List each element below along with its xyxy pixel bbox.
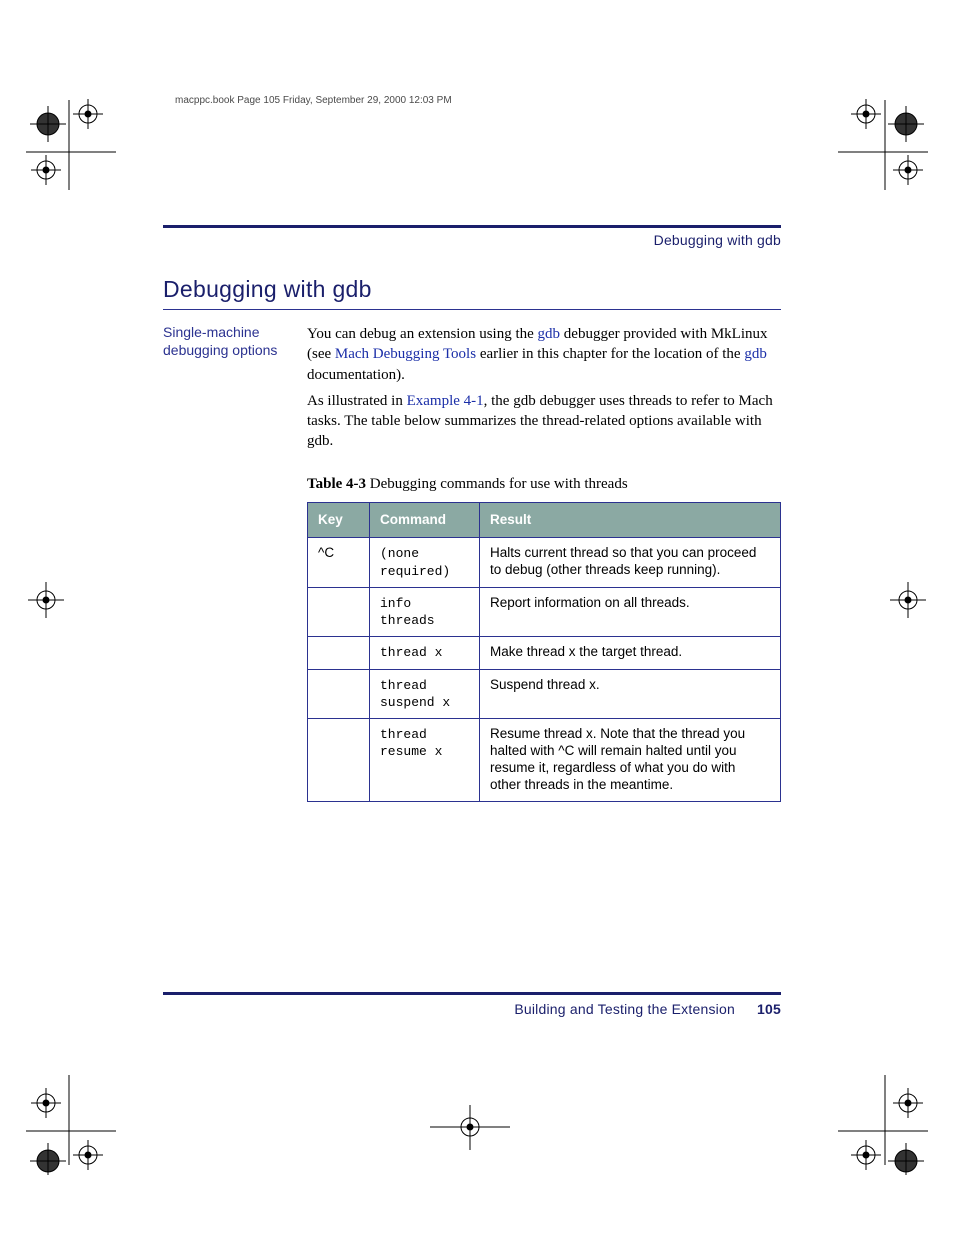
cell-result: Resume thread x. Note that the thread yo… [480,719,781,802]
registration-mark-icon [430,1105,510,1155]
table-header-row: Key Command Result [308,502,781,538]
registration-mark-icon [868,580,928,640]
table-row: threadresume xResume thread x. Note that… [308,719,781,802]
cell-command: threadresume x [370,719,480,802]
cell-key [308,587,370,637]
cell-command: threadsuspend x [370,669,480,719]
debug-commands-table: Key Command Result ^C(nonerequired)Halts… [307,502,781,802]
registration-mark-icon [26,90,116,190]
footer-text: Building and Testing the Extension [514,1001,735,1017]
cell-key [308,637,370,669]
registration-mark-icon [838,90,928,190]
cell-result: Suspend thread x. [480,669,781,719]
paragraph: As illustrated in Example 4-1, the gdb d… [307,391,781,452]
table-row: thread xMake thread x the target thread. [308,637,781,669]
body-two-column: Single-machine debugging options You can… [163,324,781,802]
table-row: threadsuspend xSuspend thread x. [308,669,781,719]
cell-result: Make thread x the target thread. [480,637,781,669]
col-key: Key [308,502,370,538]
page-number: 105 [757,1001,781,1017]
cell-result: Report information on all threads. [480,587,781,637]
table-row: infothreadsReport information on all thr… [308,587,781,637]
framemaker-slug: macppc.book Page 105 Friday, September 2… [175,95,769,106]
link-example-4-1[interactable]: Example 4-1 [407,393,484,409]
table-row: ^C(nonerequired)Halts current thread so … [308,538,781,588]
slug-text: macppc.book Page 105 Friday, September 2… [175,95,452,106]
table-caption: Table 4-3 Debugging commands for use wit… [307,474,781,494]
page-footer: Building and Testing the Extension 105 [163,1001,781,1017]
body-text: You can debug an extension using the gdb… [307,324,781,802]
registration-mark-icon [26,1075,116,1175]
link-mach-debugging-tools[interactable]: Mach Debugging Tools [335,346,476,362]
cell-command: infothreads [370,587,480,637]
paragraph: You can debug an extension using the gdb… [307,324,781,385]
header-rule [163,225,781,228]
col-result: Result [480,502,781,538]
table-body: ^C(nonerequired)Halts current thread so … [308,538,781,801]
page: macppc.book Page 105 Friday, September 2… [0,0,954,1235]
cell-command: (nonerequired) [370,538,480,588]
link-gdb-2[interactable]: gdb [744,346,767,362]
registration-mark-icon [26,580,86,640]
footer-rule [163,992,781,995]
cell-key [308,719,370,802]
col-command: Command [370,502,480,538]
cell-key [308,669,370,719]
table-number: Table 4-3 [307,476,366,492]
running-head: Debugging with gdb [163,232,781,248]
margin-label: Single-machine debugging options [163,324,297,802]
cell-key: ^C [308,538,370,588]
cell-command: thread x [370,637,480,669]
registration-mark-icon [838,1075,928,1175]
section-heading: Debugging with gdb [163,276,781,310]
content-frame: Debugging with gdb Debugging with gdb Si… [163,225,781,1000]
cell-result: Halts current thread so that you can pro… [480,538,781,588]
link-gdb[interactable]: gdb [538,326,561,342]
table-title: Debugging commands for use with threads [366,476,628,492]
